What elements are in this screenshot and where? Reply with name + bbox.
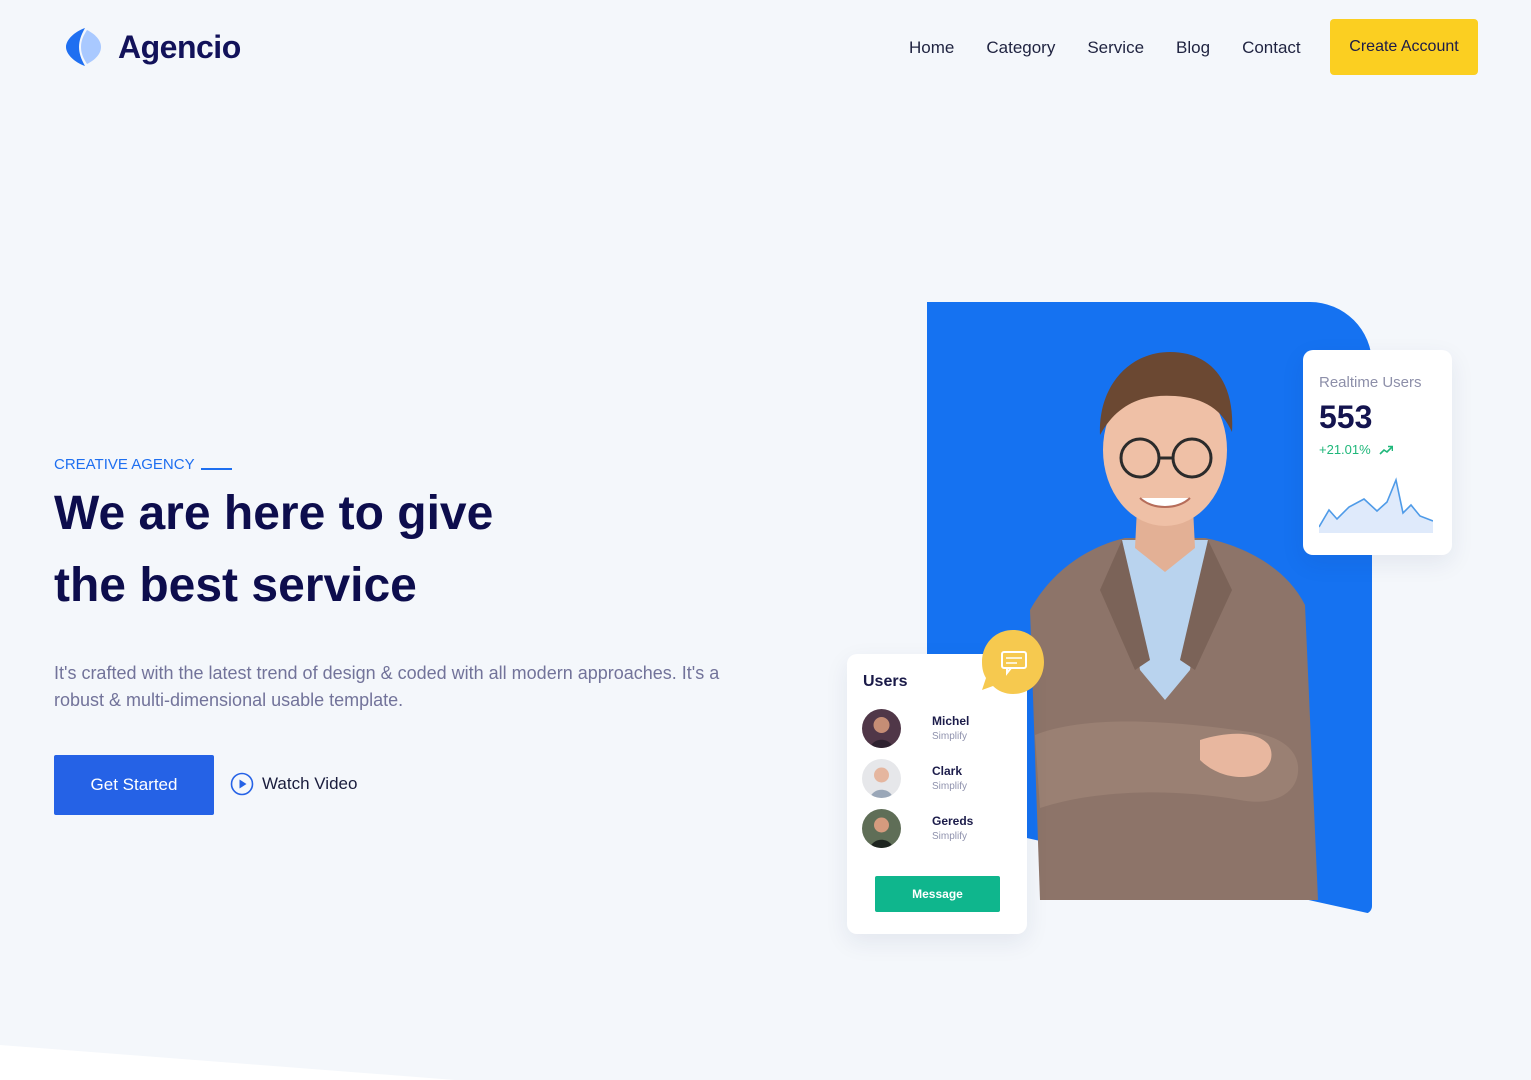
chat-icon[interactable]	[980, 628, 1046, 696]
brand-logo[interactable]: Agencio	[62, 26, 241, 68]
user-subtitle: Simplify	[932, 830, 968, 842]
realtime-users-sparkline	[1319, 477, 1433, 533]
avatar	[862, 809, 901, 848]
landing-page: Agencio Home Category Service Blog Conta…	[0, 0, 1531, 1080]
hero-headline: We are here to give the best service	[54, 478, 674, 622]
get-started-button[interactable]: Get Started	[54, 755, 214, 815]
realtime-users-card: Realtime Users 553 +21.01%	[1303, 350, 1452, 555]
section-divider-shape	[0, 1045, 455, 1080]
eyebrow-underline	[200, 468, 232, 470]
play-circle-icon	[230, 772, 254, 796]
user-subtitle: Simplify	[932, 730, 968, 742]
user-name: Clark	[932, 763, 963, 778]
headline-line-1: We are here to give	[54, 487, 494, 540]
watch-video-link[interactable]: Watch Video	[230, 772, 357, 796]
user-row-clark: Clark Simplify	[862, 759, 967, 798]
hero-description: It's crafted with the latest trend of de…	[54, 663, 720, 710]
user-subtitle: Simplify	[932, 780, 968, 792]
nav-item-service[interactable]: Service	[1087, 38, 1144, 58]
users-card-title: Users	[863, 673, 908, 690]
message-button[interactable]: Message	[875, 876, 1000, 912]
users-card: Users Michel Simplify Clark Simplify Ger…	[847, 654, 1027, 934]
nav-item-contact[interactable]: Contact	[1242, 38, 1301, 58]
user-row-michel: Michel Simplify	[862, 709, 969, 748]
user-name: Gereds	[932, 813, 974, 828]
avatar	[862, 759, 901, 798]
stats-title: Realtime Users	[1319, 374, 1422, 391]
stats-change-value: +21.01%	[1319, 442, 1371, 457]
nav-item-home[interactable]: Home	[909, 38, 954, 58]
logo-icon	[66, 28, 101, 66]
user-info: Gereds Simplify	[932, 813, 973, 845]
hero-person-image	[1000, 340, 1330, 910]
hero-eyebrow: CREATIVE AGENCY	[54, 456, 232, 473]
brand-name: Agencio	[118, 28, 241, 65]
user-info: Michel Simplify	[932, 713, 969, 745]
nav-item-blog[interactable]: Blog	[1176, 38, 1210, 58]
create-account-button[interactable]: Create Account	[1330, 19, 1478, 75]
user-name: Michel	[932, 713, 970, 728]
eyebrow-text: CREATIVE AGENCY	[54, 456, 195, 473]
watch-video-label: Watch Video	[262, 774, 358, 793]
user-row-gereds: Gereds Simplify	[862, 809, 973, 848]
headline-line-2: the best service	[54, 559, 417, 612]
trending-up-icon	[1379, 445, 1393, 455]
user-info: Clark Simplify	[932, 763, 967, 795]
stats-value: 553	[1319, 399, 1373, 435]
main-nav: Home Category Service Blog Contact	[909, 38, 1301, 58]
stats-change: +21.01%	[1319, 442, 1436, 457]
avatar	[862, 709, 901, 748]
nav-item-category[interactable]: Category	[986, 38, 1055, 58]
